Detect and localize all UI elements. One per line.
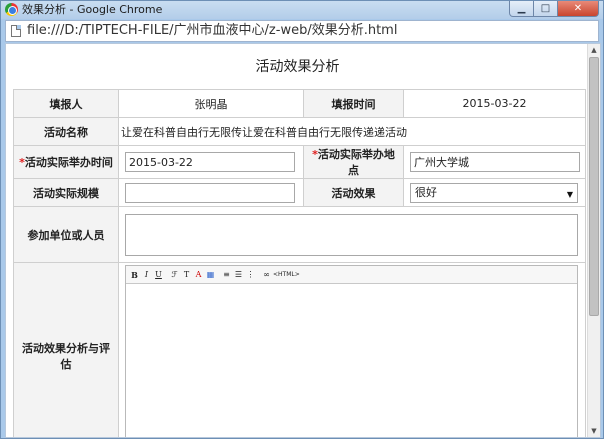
underline-icon[interactable]: U	[153, 269, 164, 281]
window-title: 效果分析 - Google Chrome	[22, 3, 163, 16]
editor-content-area[interactable]	[126, 284, 577, 437]
analysis-label: 活动效果分析与评估	[13, 262, 119, 437]
html-source-icon[interactable]: <HTML>	[273, 269, 300, 281]
form-row-scale-effect: 活动实际规模 活动效果 很好 ▼	[13, 178, 586, 207]
effect-label: 活动效果	[303, 178, 404, 207]
scroll-down-icon[interactable]: ▼	[588, 425, 600, 437]
address-bar[interactable]: file:///D:/TIPTECH-FILE/广州市血液中心/z-web/效果…	[5, 20, 599, 42]
maximize-button[interactable]: □	[533, 1, 558, 17]
font-family-icon[interactable]: ℱ	[169, 269, 180, 281]
scroll-up-icon[interactable]: ▲	[588, 44, 600, 56]
effect-select[interactable]: 很好 ▼	[410, 182, 578, 203]
rich-text-editor: B I U ℱ T A ▦ ≡ ☰ ⋮ ∞ <HTML>	[125, 265, 578, 437]
form-row-analysis: 活动效果分析与评估 B I U ℱ T A ▦ ≡ ☰ ⋮ ∞ <HTML>	[13, 262, 586, 437]
ordered-list-icon[interactable]: ⋮	[245, 269, 256, 281]
report-time-label: 填报时间	[303, 89, 404, 118]
scale-label: 活动实际规模	[13, 178, 119, 207]
window-controls: ▁ □ ✕	[509, 1, 599, 18]
minimize-button[interactable]: ▁	[509, 1, 534, 17]
page-viewport: 活动效果分析 填报人 张明晶 填报时间 2015-03-22 活动名称 让爱在科…	[5, 43, 601, 438]
close-button[interactable]: ✕	[557, 1, 599, 17]
link-icon[interactable]: ∞	[261, 269, 272, 281]
actual-time-cell	[118, 145, 304, 179]
page-title: 活动效果分析	[255, 59, 340, 75]
actual-place-label-cell: *活动实际举办地点	[303, 145, 404, 179]
font-color-icon[interactable]: A	[193, 269, 204, 281]
url-text[interactable]: file:///D:/TIPTECH-FILE/广州市血液中心/z-web/效果…	[27, 23, 397, 39]
editor-toolbar: B I U ℱ T A ▦ ≡ ☰ ⋮ ∞ <HTML>	[126, 266, 577, 284]
form-row-participants: 参加单位或人员	[13, 206, 586, 263]
italic-icon[interactable]: I	[141, 269, 152, 281]
align-icon[interactable]: ≡	[221, 269, 232, 281]
chrome-icon	[5, 3, 18, 16]
report-time-value: 2015-03-22	[403, 89, 586, 118]
participants-label: 参加单位或人员	[13, 206, 119, 263]
actual-place-label: 活动实际举办地点	[317, 148, 395, 177]
reporter-label: 填报人	[13, 89, 119, 118]
scale-input[interactable]	[125, 182, 295, 203]
font-size-icon[interactable]: T	[181, 269, 192, 281]
actual-time-label: 活动实际举办时间	[24, 156, 113, 169]
unordered-list-icon[interactable]: ☰	[233, 269, 244, 281]
bold-icon[interactable]: B	[129, 269, 140, 281]
activity-name-value: 让爱在科普自由行无限传让爱在科普自由行无限传递递活动	[118, 117, 586, 146]
form-row-activity-name: 活动名称 让爱在科普自由行无限传让爱在科普自由行无限传递递活动	[13, 117, 586, 146]
scroll-thumb[interactable]	[589, 57, 599, 316]
title-bar[interactable]: 效果分析 - Google Chrome ▁ □ ✕	[1, 1, 603, 19]
analysis-form: 填报人 张明晶 填报时间 2015-03-22 活动名称 让爱在科普自由行无限传…	[13, 89, 586, 437]
actual-time-input[interactable]	[125, 152, 295, 172]
dropdown-arrow-icon: ▼	[566, 189, 573, 199]
participants-textarea[interactable]	[125, 213, 578, 256]
analysis-cell: B I U ℱ T A ▦ ≡ ☰ ⋮ ∞ <HTML>	[118, 262, 586, 437]
actual-time-label-cell: *活动实际举办时间	[13, 145, 119, 179]
page-icon	[11, 25, 21, 37]
participants-cell	[118, 206, 586, 263]
form-row-reporter: 填报人 张明晶 填报时间 2015-03-22	[13, 89, 586, 118]
form-row-time-place: *活动实际举办时间 *活动实际举办地点	[13, 145, 586, 179]
vertical-scrollbar[interactable]: ▲ ▼	[587, 44, 600, 437]
effect-selected-value: 很好	[415, 185, 437, 199]
reporter-value: 张明晶	[118, 89, 304, 118]
actual-place-cell	[403, 145, 586, 179]
background-color-icon[interactable]: ▦	[205, 269, 216, 281]
activity-name-label: 活动名称	[13, 117, 119, 146]
browser-window: 效果分析 - Google Chrome ▁ □ ✕ file:///D:/TI…	[0, 0, 604, 439]
scale-cell	[118, 178, 304, 207]
effect-cell: 很好 ▼	[403, 178, 586, 207]
actual-place-input[interactable]	[410, 152, 580, 172]
